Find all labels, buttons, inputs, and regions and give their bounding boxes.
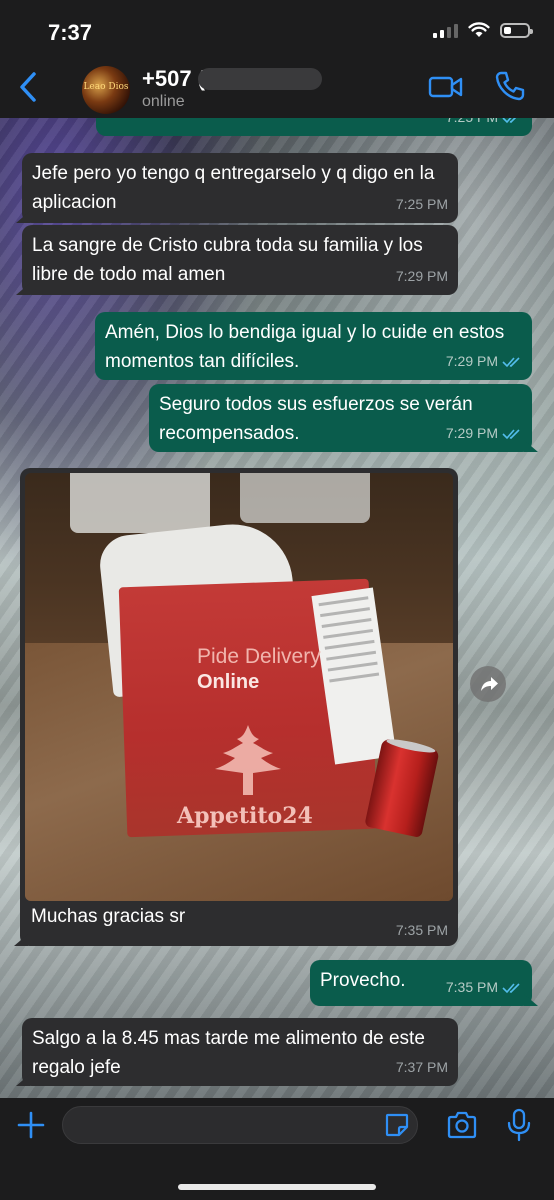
message-time: 7:37 PM [395,1059,448,1075]
message-text: Seguro todos sus esfuerzos se verán reco… [159,394,473,444]
message-text: La sangre de Cristo cubra toda su famili… [32,235,423,285]
read-ticks-icon [502,356,520,367]
cellular-signal-icon [433,22,458,38]
message-text: Salgo a la 8.45 mas tarde me alimento de… [32,1028,425,1078]
video-call-icon[interactable] [428,74,464,100]
home-indicator [178,1184,376,1190]
message-bubble-incoming[interactable]: La sangre de Cristo cubra toda su famili… [16,225,458,295]
photo-caption: Muchas gracias sr [31,906,186,927]
message-time: 7:29 PM [445,425,498,441]
message-bubble-incoming[interactable]: Jefe pero yo tengo q entregarselo y q di… [16,153,458,223]
contact-status: online [142,93,185,110]
message-meta: 7:37 PM [396,1053,448,1082]
photo-chair [70,473,210,533]
message-bubble-incoming[interactable]: Salgo a la 8.45 mas tarde me alimento de… [16,1018,458,1086]
read-ticks-icon [502,428,520,439]
bag-tree-icon [215,725,281,795]
message-meta: 7:35 PM [446,973,522,1002]
message-text: Amén, Dios lo bendiga igual y lo cuide e… [105,322,505,372]
status-time: 7:37 [48,20,93,45]
message-time: 7:35 PM [395,922,448,938]
microphone-icon[interactable] [506,1108,532,1142]
photo-chair [240,473,370,523]
message-bubble-outgoing[interactable]: Provecho. 7:35 PM [310,960,538,1006]
battery-icon [500,22,533,38]
contact-avatar[interactable]: Leao Dios [82,66,130,114]
contact-name[interactable]: +507 ( [142,66,205,92]
message-bubble-outgoing[interactable]: Seguro todos sus esfuerzos se verán reco… [149,384,538,452]
message-meta: 7:29 PM [446,419,522,448]
redacted-number [198,68,322,90]
message-time: 7:29 PM [395,268,448,284]
photo-message-bubble[interactable]: Pide Delivery Online Appetito24 Muchas g… [14,468,458,946]
message-text: Provecho. [320,970,406,991]
message-meta: 7:29 PM [396,262,448,291]
read-ticks-icon [502,982,520,993]
message-time: 7:35 PM [445,979,498,995]
sticker-icon[interactable] [384,1112,410,1138]
message-meta: 7:29 PM [446,347,522,376]
forward-share-icon[interactable] [470,666,506,702]
message-bubble-outgoing[interactable]: Amén, Dios lo bendiga igual y lo cuide e… [95,312,532,380]
message-photo[interactable]: Pide Delivery Online Appetito24 [25,473,453,901]
top-bar: 7:37 Leao Dios +507 ( online [0,0,554,118]
status-icons [433,22,533,38]
back-chevron-icon[interactable] [14,70,44,104]
message-time: 7:29 PM [445,353,498,369]
phone-call-icon[interactable] [494,70,526,102]
plus-icon[interactable] [16,1110,46,1140]
message-input[interactable] [62,1106,418,1144]
bag-text-line1: Pide Delivery [197,645,321,668]
message-time: 7:25 PM [395,196,448,212]
message-text: Jefe pero yo tengo q entregarselo y q di… [32,163,435,213]
wifi-icon [468,22,490,37]
avatar-text: Leao Dios [83,82,129,92]
camera-icon[interactable] [446,1110,478,1140]
bag-text-line2: Online [197,671,260,693]
bag-brand: Appetito24 [177,803,313,829]
message-meta: 7:25 PM [396,190,448,219]
